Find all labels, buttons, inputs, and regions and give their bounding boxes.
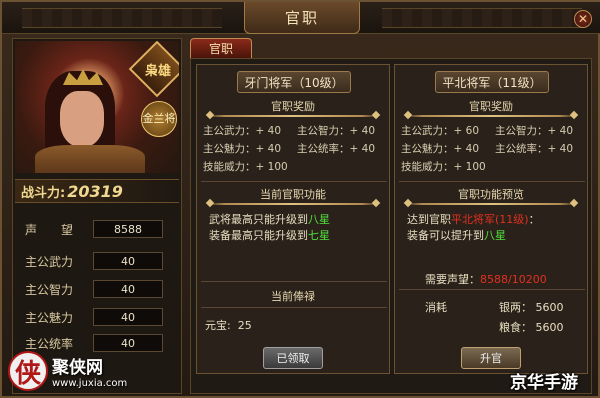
stat-value: 40: [93, 280, 163, 298]
claimed-button[interactable]: 已领取: [263, 347, 323, 369]
next-rank-title: 平北将军（11级）: [435, 71, 549, 93]
combat-power: 战斗力: 20319: [15, 179, 179, 203]
salary-row: 元宝: 25: [205, 319, 252, 332]
next-func-header: 官职功能预览: [458, 188, 524, 201]
close-button[interactable]: ✕: [574, 10, 592, 28]
func-line-equipment: 装备最高只能升级到七星: [209, 229, 330, 242]
attr-intellect: 主公智力：+ 40: [297, 125, 375, 137]
watermark: 侠 聚侠网 www.juxia.com: [8, 348, 158, 394]
stat-value: 8588: [93, 220, 163, 238]
attr-skill-power: 技能威力：+ 100: [203, 161, 288, 173]
current-rank-title: 牙门将军（10级）: [237, 71, 351, 93]
func-line-general: 武将最高只能升级到八星: [209, 213, 330, 226]
attr-force: 主公武力：+ 60: [401, 125, 479, 137]
stat-value: 40: [93, 252, 163, 270]
separator: [201, 281, 387, 282]
watermark-logo: 侠: [8, 351, 48, 391]
salary-header: 当前俸禄: [271, 290, 315, 303]
attr-force: 主公武力：+ 40: [203, 125, 281, 137]
cost-silver: 银两： 5600: [499, 301, 564, 314]
promote-button[interactable]: 升官: [461, 347, 521, 369]
tab-official-rank[interactable]: 官职: [190, 38, 252, 58]
cost-grain: 粮食： 5600: [499, 321, 564, 334]
title-bar: 官职 ✕: [2, 2, 600, 34]
attr-command: 主公统率：+ 40: [495, 143, 573, 155]
func-line-reach-rank: 达到官职平北将军(11级)：: [407, 213, 540, 226]
stat-row-reputation: 声 望 8588: [19, 219, 179, 239]
next-rank-panel: 平北将军（11级） 官职奖励 主公武力：+ 60 主公智力：+ 40 主公魅力：…: [394, 64, 588, 374]
divider: [207, 203, 379, 205]
stat-label: 主公魅力: [25, 310, 74, 325]
stat-value: 40: [93, 308, 163, 326]
divider: [405, 203, 577, 205]
current-rank-panel: 牙门将军（10级） 官职奖励 主公武力：+ 40 主公智力：+ 40 主公魅力：…: [196, 64, 390, 374]
separator: [201, 181, 387, 182]
combat-power-label: 战斗力:: [21, 185, 66, 201]
watermark-url: www.juxia.com: [52, 378, 128, 389]
title-decoration-right: [382, 8, 582, 28]
attr-skill-power: 技能威力：+ 100: [401, 161, 486, 173]
window-title: 官职: [244, 2, 360, 34]
attr-charm: 主公魅力：+ 40: [401, 143, 479, 155]
stat-row-charm: 主公魅力 40: [19, 307, 179, 327]
divider: [207, 115, 379, 117]
stat-label: 主公智力: [25, 282, 74, 297]
separator: [201, 307, 387, 308]
stat-label: 声 望: [25, 222, 74, 237]
stat-row-intellect: 主公智力 40: [19, 279, 179, 299]
attr-charm: 主公魅力：+ 40: [203, 143, 281, 155]
required-reputation: 需要声望：8588/10200: [425, 273, 547, 286]
current-func-header: 当前官职功能: [260, 188, 326, 201]
seal-badge: 金兰将: [141, 101, 177, 137]
func-line-equipment: 装备可以提升到八星: [407, 229, 506, 242]
stat-row-force: 主公武力 40: [19, 251, 179, 271]
game-window: 官职 ✕ 枭雄 金兰将 战斗力: 20319 声 望 8588 主公武力 40 …: [0, 0, 600, 398]
separator: [399, 289, 585, 290]
corner-brand: 京华手游: [510, 373, 578, 393]
current-reward-header: 官职奖励: [271, 100, 315, 113]
character-portrait: 枭雄 金兰将: [15, 41, 179, 173]
next-reward-header: 官职奖励: [469, 100, 513, 113]
rank-badge: 枭雄: [128, 41, 179, 98]
separator: [399, 181, 585, 182]
attr-intellect: 主公智力：+ 40: [495, 125, 573, 137]
combat-power-value: 20319: [67, 181, 123, 201]
divider: [405, 115, 577, 117]
character-panel: 枭雄 金兰将 战斗力: 20319 声 望 8588 主公武力 40 主公智力 …: [12, 38, 182, 394]
title-decoration-left: [22, 8, 222, 28]
watermark-name: 聚侠网: [52, 358, 103, 378]
attr-command: 主公统率：+ 40: [297, 143, 375, 155]
stat-label: 主公武力: [25, 254, 74, 269]
